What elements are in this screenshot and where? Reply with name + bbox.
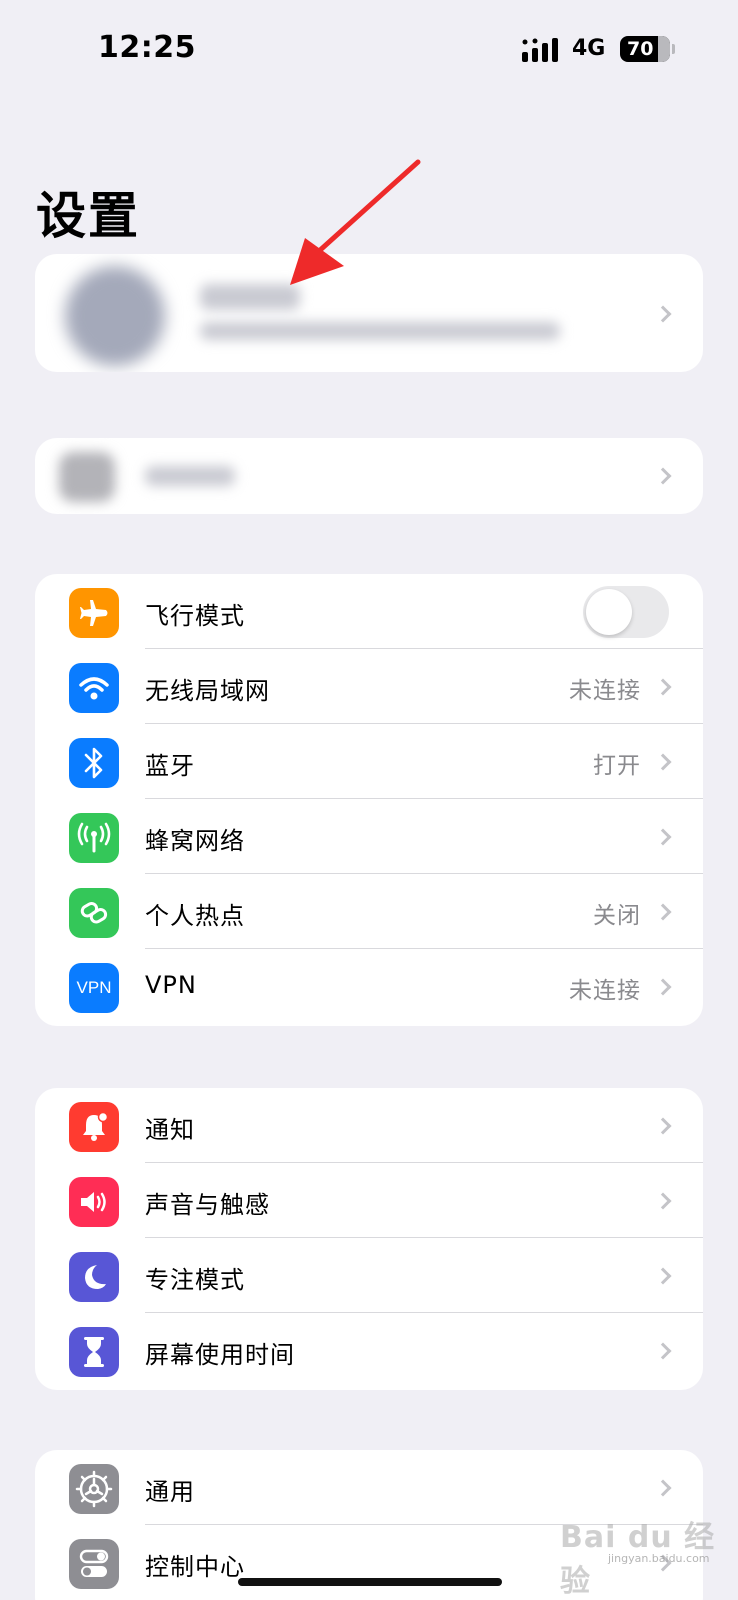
annotation-arrow-icon — [290, 159, 421, 285]
home-indicator[interactable] — [238, 1578, 502, 1586]
watermark-url: jingyan.baidu.com — [608, 1552, 710, 1565]
battery-level: 70 — [627, 38, 654, 60]
